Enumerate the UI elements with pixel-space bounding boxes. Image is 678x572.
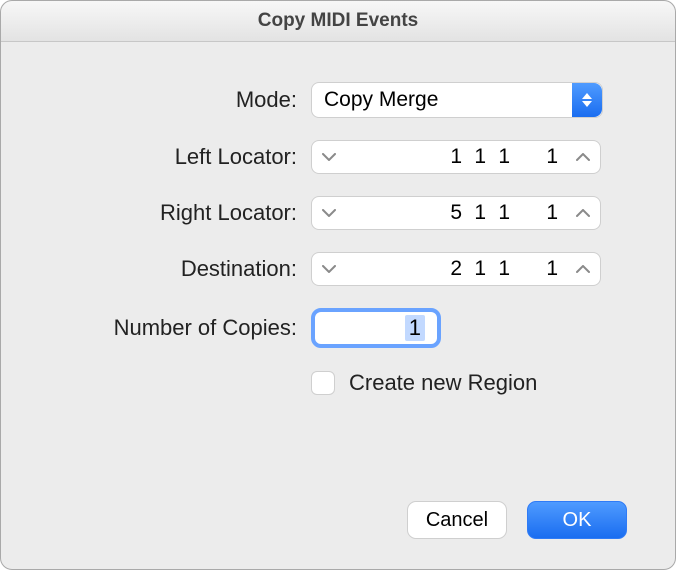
- left-locator-beat: 1: [466, 145, 486, 169]
- left-locator-tick: 1: [538, 145, 558, 169]
- num-copies-value: 1: [405, 315, 425, 341]
- chevron-down-icon[interactable]: [318, 197, 340, 229]
- label-left-locator: Left Locator:: [47, 144, 311, 170]
- left-locator-stepper[interactable]: 1 1 1 1: [311, 140, 601, 174]
- mode-selected: Copy Merge: [312, 88, 572, 112]
- field-destination: 2 1 1 1: [311, 252, 601, 286]
- field-right-locator: 5 1 1 1: [311, 196, 601, 230]
- row-left-locator: Left Locator: 1 1 1 1: [47, 140, 629, 174]
- ok-button-label: OK: [563, 509, 592, 532]
- create-new-region-checkbox[interactable]: [311, 371, 335, 395]
- left-locator-values: 1 1 1 1: [340, 145, 572, 169]
- destination-beat: 1: [466, 257, 486, 281]
- dialog-content: Mode: Copy Merge Left Locator:: [1, 42, 675, 396]
- cancel-button-label: Cancel: [426, 509, 488, 532]
- field-left-locator: 1 1 1 1: [311, 140, 601, 174]
- chevron-up-icon[interactable]: [572, 253, 594, 285]
- right-locator-values: 5 1 1 1: [340, 201, 572, 225]
- right-locator-stepper[interactable]: 5 1 1 1: [311, 196, 601, 230]
- destination-bar: 2: [442, 257, 462, 281]
- right-locator-tick: 1: [538, 201, 558, 225]
- chevron-up-icon[interactable]: [572, 141, 594, 173]
- row-destination: Destination: 2 1 1 1: [47, 252, 629, 286]
- field-mode: Copy Merge: [311, 82, 603, 118]
- row-mode: Mode: Copy Merge: [47, 82, 629, 118]
- label-create-new-region: Create new Region: [349, 370, 537, 396]
- row-right-locator: Right Locator: 5 1 1 1: [47, 196, 629, 230]
- destination-tick: 1: [538, 257, 558, 281]
- destination-stepper[interactable]: 2 1 1 1: [311, 252, 601, 286]
- label-destination: Destination:: [47, 256, 311, 282]
- destination-values: 2 1 1 1: [340, 257, 572, 281]
- popup-arrows-icon: [572, 83, 602, 117]
- mode-popup[interactable]: Copy Merge: [311, 82, 603, 118]
- dialog-footer: Cancel OK: [407, 501, 627, 539]
- chevron-up-icon[interactable]: [572, 197, 594, 229]
- destination-div: 1: [490, 257, 510, 281]
- right-locator-div: 1: [490, 201, 510, 225]
- row-num-copies: Number of Copies: 1: [47, 308, 629, 348]
- row-create-new-region: Create new Region: [311, 370, 629, 396]
- cancel-button[interactable]: Cancel: [407, 501, 507, 539]
- label-mode: Mode:: [47, 87, 311, 113]
- right-locator-bar: 5: [442, 201, 462, 225]
- num-copies-input[interactable]: 1: [311, 308, 441, 348]
- titlebar: Copy MIDI Events: [1, 1, 675, 42]
- right-locator-beat: 1: [466, 201, 486, 225]
- left-locator-div: 1: [490, 145, 510, 169]
- chevron-down-icon[interactable]: [318, 253, 340, 285]
- dialog-copy-midi-events: Copy MIDI Events Mode: Copy Merge Left L…: [0, 0, 676, 570]
- field-num-copies: 1: [311, 308, 441, 348]
- ok-button[interactable]: OK: [527, 501, 627, 539]
- label-right-locator: Right Locator:: [47, 200, 311, 226]
- left-locator-bar: 1: [442, 145, 462, 169]
- chevron-down-icon[interactable]: [318, 141, 340, 173]
- label-num-copies: Number of Copies:: [47, 315, 311, 341]
- dialog-title: Copy MIDI Events: [258, 10, 418, 32]
